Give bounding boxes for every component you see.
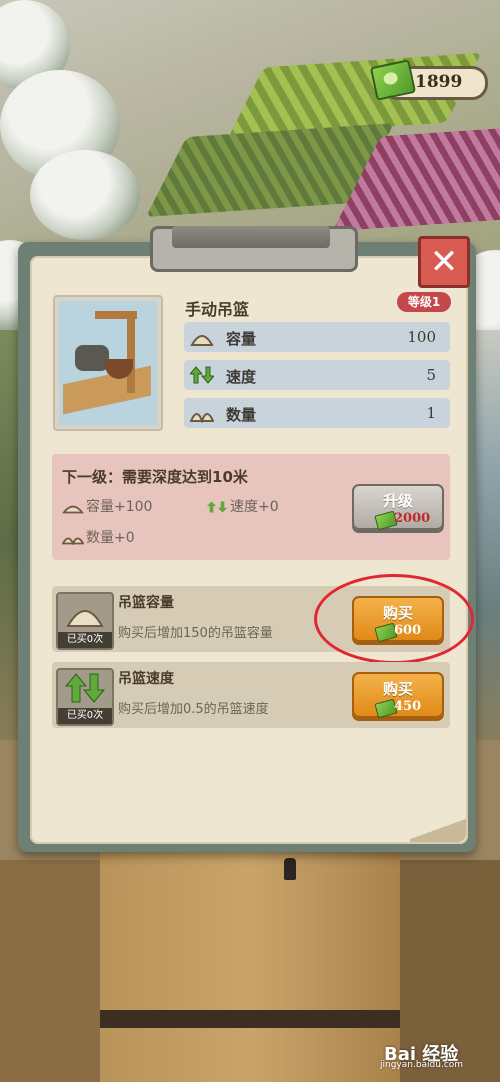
- stat-label: 数量: [226, 406, 257, 424]
- upgrade-price: 2000: [394, 511, 431, 526]
- buy-speed-button[interactable]: 购买 450: [352, 672, 444, 719]
- speed-icon: [190, 366, 214, 384]
- level-badge: 等级1: [397, 292, 451, 312]
- stat-value: 100: [407, 328, 436, 346]
- speed-icon: [64, 673, 106, 703]
- shop-speed-icon: 已买0次: [56, 668, 114, 726]
- upgrade-button[interactable]: 升级 2000: [352, 484, 444, 531]
- buy-label: 购买: [382, 680, 413, 698]
- shop-desc: 购买后增加150的吊篮容量: [118, 626, 273, 641]
- currency-display: 1899: [369, 59, 488, 101]
- scene-edge-left: [0, 330, 20, 750]
- mine-shaft-layer: [100, 1010, 400, 1028]
- scene-edge-right: [476, 330, 500, 750]
- stat-capacity: 容量 100: [184, 322, 450, 352]
- next-speed-text: 速度+0: [230, 499, 279, 515]
- hand-basket-image: [53, 295, 163, 431]
- watermark-url: jingyan.baidu.com: [380, 1060, 464, 1070]
- snowy-tree: [30, 150, 140, 240]
- shop-desc: 购买后增加0.5的吊篮速度: [118, 702, 269, 717]
- page-curl: [410, 816, 466, 842]
- bought-count: 已买0次: [58, 708, 112, 724]
- shop-capacity-icon: 已买0次: [56, 592, 114, 650]
- upgrade-label: 升级: [382, 492, 413, 510]
- stat-label: 容量: [226, 330, 257, 348]
- next-quantity-text: 数量+0: [86, 530, 135, 546]
- highlight-circle: [314, 574, 474, 664]
- buy-price: 450: [394, 699, 422, 714]
- shop-name: 吊篮容量: [118, 595, 174, 611]
- stat-speed: 速度 5: [184, 360, 450, 390]
- next-capacity-text: 容量+100: [86, 499, 153, 515]
- item-title: 手动吊篮: [185, 300, 250, 319]
- close-button[interactable]: ✕: [418, 236, 470, 288]
- miner-character[interactable]: [284, 858, 296, 880]
- stat-quantity: 数量 1: [184, 398, 450, 428]
- capacity-icon: [66, 610, 104, 627]
- soil-left: [0, 860, 100, 1082]
- stat-value: 5: [426, 366, 436, 384]
- next-quantity: 数量+0: [62, 527, 135, 547]
- quantity-icon: [190, 413, 214, 423]
- capacity-icon: [190, 335, 214, 346]
- mine-shaft: [100, 840, 400, 1082]
- next-capacity: 容量+100: [62, 496, 152, 516]
- quantity-icon: [62, 537, 84, 545]
- baidu-watermark: Bai 经验 jingyan.baidu.com: [380, 1036, 496, 1070]
- next-level-title: 下一级：需要深度达到10米: [62, 468, 248, 486]
- shop-name: 吊篮速度: [118, 671, 174, 687]
- bought-count: 已买0次: [58, 632, 112, 648]
- capacity-icon: [62, 505, 84, 514]
- stat-value: 1: [426, 404, 436, 422]
- next-speed: 速度+0: [206, 496, 279, 516]
- speed-icon: [206, 501, 228, 513]
- clipboard-clip-bar: [172, 226, 330, 248]
- stat-label: 速度: [226, 368, 257, 386]
- currency-amount: 1899: [415, 72, 463, 92]
- cash-icon: [369, 59, 417, 101]
